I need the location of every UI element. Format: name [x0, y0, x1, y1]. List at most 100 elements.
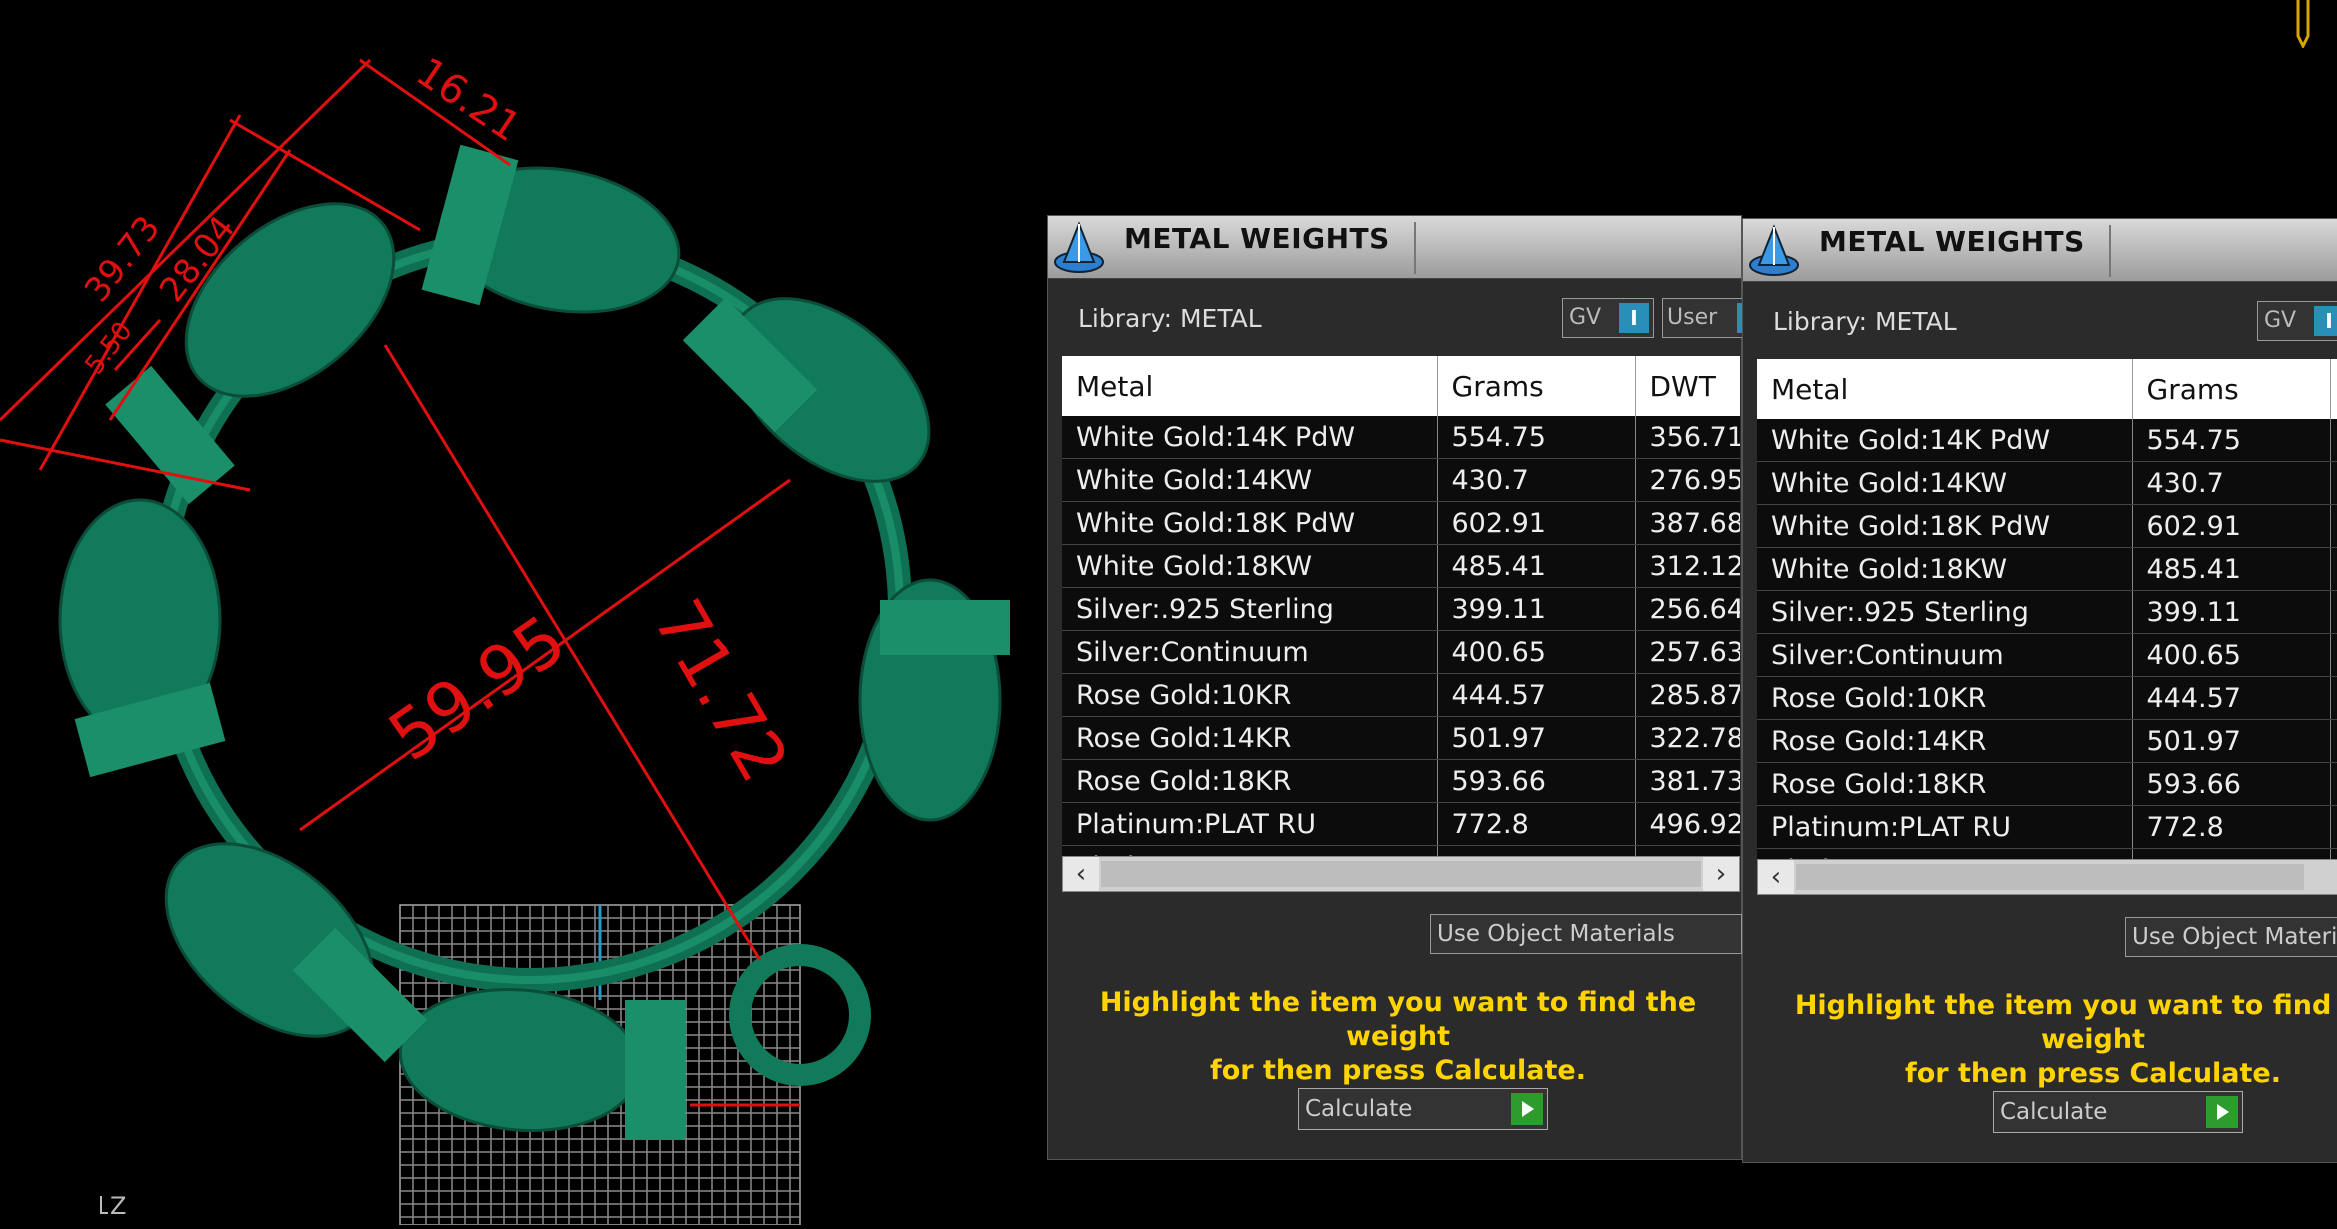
table-row[interactable]: Platinum:PLAT RU 772.8 [1757, 805, 2337, 849]
user-label: User [1667, 305, 1718, 330]
scroll-right-icon[interactable]: › [1703, 857, 1739, 891]
cell-grams: 430.7 [2132, 461, 2331, 505]
cell-grams: 430.7 [1437, 458, 1636, 502]
metal-weights-panel: METAL WEIGHTS Library: METAL GV I User M… [1047, 215, 1745, 1160]
metal-table[interactable]: Metal Grams DWT White Gold:14K PdW 554.75… [1062, 356, 1740, 871]
table-row[interactable]: Silver:.925 Sterling 399.11 256.64 [1062, 587, 1740, 631]
metal-weights-panel-duplicate: METAL WEIGHTS Library: METAL GV I Metal … [1742, 218, 2337, 1163]
cell-dwt: 257.63 [1635, 630, 1740, 674]
table-row[interactable]: White Gold:14KW 430.7 [1757, 461, 2337, 505]
cell-metal: White Gold:18KW [1757, 547, 2133, 591]
cell-metal: Platinum:PLAT RU [1062, 802, 1438, 846]
cell-metal: White Gold:18K PdW [1757, 504, 2133, 548]
table-row[interactable]: Silver:.925 Sterling 399.11 [1757, 590, 2337, 634]
table-row[interactable]: Rose Gold:14KR 501.97 [1757, 719, 2337, 763]
cell-dwt: 312.12 [1635, 544, 1740, 588]
cell-metal: White Gold:14KW [1757, 461, 2133, 505]
table-row[interactable]: Rose Gold:10KR 444.57 285.87 [1062, 673, 1740, 717]
gv-label: GV [2264, 308, 2297, 333]
use-object-materials-label: Use Object Materials [2132, 924, 2337, 950]
cell-metal: Silver:Continuum [1757, 633, 2133, 677]
table-row[interactable]: Silver:Continuum 400.65 257.63 [1062, 630, 1740, 674]
gv-toggle-button[interactable]: I [2314, 306, 2337, 336]
title-divider [1414, 222, 1416, 274]
cell-metal: White Gold:14K PdW [1757, 419, 2133, 462]
table-row[interactable]: White Gold:14K PdW 554.75 [1757, 419, 2337, 462]
table-row[interactable]: White Gold:18K PdW 602.91 387.68 [1062, 501, 1740, 545]
gv-toggle-button[interactable]: I [1619, 303, 1649, 333]
table-row[interactable]: White Gold:18KW 485.41 [1757, 547, 2337, 591]
cell-metal: Rose Gold:14KR [1757, 719, 2133, 763]
table-row[interactable]: Rose Gold:18KR 593.66 [1757, 762, 2337, 806]
dim-5-50: 5.50 [79, 316, 138, 380]
gv-toggle[interactable]: GV I [1562, 298, 1654, 338]
table-row[interactable]: Rose Gold:14KR 501.97 322.78 [1062, 716, 1740, 760]
table-row[interactable]: White Gold:18K PdW 602.91 [1757, 504, 2337, 548]
instruction-text: Highlight the item you want to find the … [1743, 989, 2337, 1091]
pen-icon[interactable] [2290, 0, 2316, 48]
horizontal-scrollbar[interactable]: ‹ › [1062, 856, 1740, 892]
column-header-grams[interactable]: Grams [2132, 359, 2331, 419]
table-row[interactable]: White Gold:18KW 485.41 312.12 [1062, 544, 1740, 588]
library-label: Library: METAL [1078, 304, 1262, 333]
cell-grams: 554.75 [2132, 419, 2331, 462]
cell-metal: Rose Gold:14KR [1062, 716, 1438, 760]
cell-dwt: 496.92 [1635, 802, 1740, 846]
weight-icon [1054, 221, 1104, 273]
dim-71-72: 71.72 [637, 587, 803, 795]
cell-grams: 444.57 [2132, 676, 2331, 720]
cell-grams: 399.11 [2132, 590, 2331, 634]
table-row[interactable]: White Gold:14K PdW 554.75 356.71 [1062, 416, 1740, 459]
table-row[interactable]: Silver:Continuum 400.65 [1757, 633, 2337, 677]
scroll-left-icon[interactable]: ‹ [1758, 860, 1794, 894]
cell-metal: Silver:.925 Sterling [1757, 590, 2133, 634]
calculate-label: Calculate [1305, 1096, 1413, 1122]
dim-39-73: 39.73 [77, 208, 168, 309]
instruction-line-2: for then press Calculate. [1209, 1055, 1587, 1086]
dim-59-95: 59.95 [375, 601, 580, 777]
play-icon[interactable] [2206, 1096, 2238, 1128]
3d-viewport[interactable]: 16.21 39.73 28.04 5.50 59.95 71.72 Z [0, 0, 1050, 1226]
column-header-metal[interactable]: Metal [1757, 359, 2133, 419]
title-divider [2109, 225, 2111, 277]
metal-table[interactable]: Metal Grams White Gold:14K PdW 554.75 Whi… [1757, 359, 2337, 874]
table-row[interactable]: Rose Gold:18KR 593.66 381.73 [1062, 759, 1740, 803]
cell-metal: Silver:Continuum [1062, 630, 1438, 674]
cell-metal: Rose Gold:10KR [1062, 673, 1438, 717]
table-row[interactable]: Platinum:PLAT RU 772.8 496.92 [1062, 802, 1740, 846]
panel-titlebar[interactable]: METAL WEIGHTS [1048, 216, 1741, 279]
user-toggle[interactable]: User [1662, 298, 1745, 338]
cell-metal: Rose Gold:18KR [1757, 762, 2133, 806]
column-header-dwt[interactable]: DWT [1635, 356, 1740, 416]
cell-dwt: 256.64 [1635, 587, 1740, 631]
scroll-thumb[interactable] [1101, 861, 1701, 887]
cell-metal: White Gold:18K PdW [1062, 501, 1438, 545]
scroll-left-icon[interactable]: ‹ [1063, 857, 1099, 891]
cell-dwt: 276.95 [1635, 458, 1740, 502]
column-header-grams[interactable]: Grams [1437, 356, 1636, 416]
panel-title: METAL WEIGHTS [1124, 222, 1390, 255]
cell-metal: Silver:.925 Sterling [1062, 587, 1438, 631]
cell-dwt: 285.87 [1635, 673, 1740, 717]
use-object-materials-checkbox[interactable]: Use Object Materials [2125, 917, 2337, 957]
instruction-line-1: Highlight the item you want to find the … [1099, 987, 1697, 1052]
use-object-materials-checkbox[interactable]: Use Object Materials [1430, 914, 1742, 954]
calculate-button[interactable]: Calculate [1298, 1088, 1548, 1130]
axis-label-z: Z [100, 1192, 126, 1220]
cell-grams: 399.11 [1437, 587, 1636, 631]
cell-grams: 501.97 [1437, 716, 1636, 760]
play-icon[interactable] [1511, 1093, 1543, 1125]
panel-titlebar[interactable]: METAL WEIGHTS [1743, 219, 2337, 282]
calculate-button[interactable]: Calculate [1993, 1091, 2243, 1133]
cell-dwt: 381.73 [1635, 759, 1740, 803]
table-row[interactable]: Rose Gold:10KR 444.57 [1757, 676, 2337, 720]
cell-grams: 602.91 [1437, 501, 1636, 545]
table-row[interactable]: White Gold:14KW 430.7 276.95 [1062, 458, 1740, 502]
gv-toggle[interactable]: GV I [2257, 301, 2337, 341]
column-header-hidden[interactable] [2330, 359, 2337, 419]
cell-dwt: 356.71 [1635, 416, 1740, 459]
horizontal-scrollbar[interactable]: ‹ [1757, 859, 2337, 895]
scroll-thumb[interactable] [1796, 864, 2304, 890]
column-header-metal[interactable]: Metal [1062, 356, 1438, 416]
cell-metal: Rose Gold:10KR [1757, 676, 2133, 720]
